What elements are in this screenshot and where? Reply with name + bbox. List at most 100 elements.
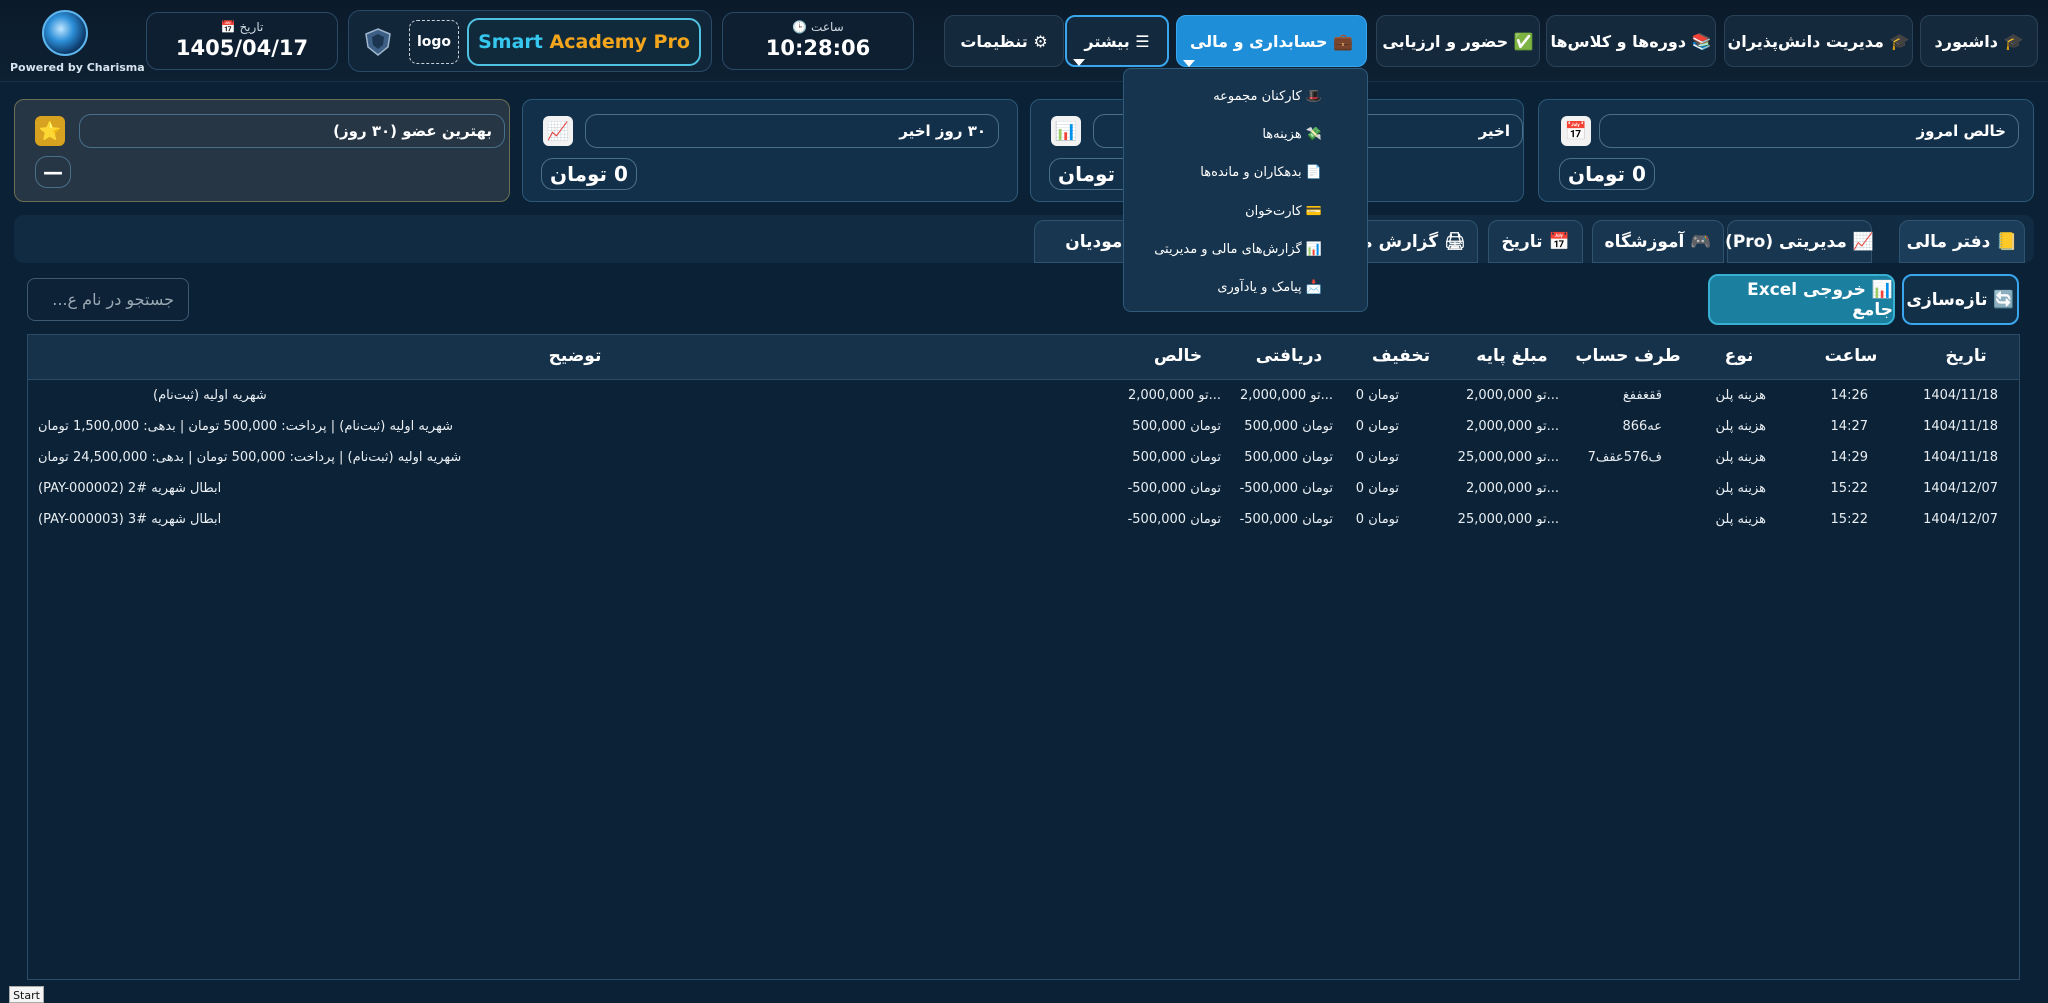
cell-party: ققغففغ xyxy=(1622,388,1662,403)
cell-time: 15:22 xyxy=(1830,512,1868,527)
cell-time: 14:29 xyxy=(1830,450,1868,465)
date-value: 1405/04/17 xyxy=(175,36,309,60)
cell-description: شهریه اولیه (ثبت‌نام) xyxy=(153,388,267,403)
app-name-part1: Smart xyxy=(478,31,543,53)
settings-button[interactable]: ⚙ تنظیمات xyxy=(944,15,1064,67)
cell-date: 1404/11/18 xyxy=(1923,419,1998,434)
menu-item-debtors[interactable]: 📄 بدهکاران و مانده‌ها xyxy=(1200,160,1322,184)
cell-received: -500,000 تومان xyxy=(1239,481,1333,496)
cell-base-amount: 25,000,000 تو... xyxy=(1457,512,1559,527)
table-row[interactable]: 1404/11/18 14:29 هزینه پلن ف576عقف7 25,0… xyxy=(28,443,2019,474)
cell-description: ابطال شهریه #3 (PAY-000003) xyxy=(38,512,222,527)
cell-discount: 0 تومان xyxy=(1355,419,1399,434)
cell-net: 2,000,000 تو... xyxy=(1127,388,1221,403)
cell-time: 15:22 xyxy=(1830,481,1868,496)
app-name: Smart Academy Pro xyxy=(467,18,701,66)
header-net[interactable]: خالص xyxy=(1154,346,1202,366)
menu-item-expenses[interactable]: 💸 هزینه‌ها xyxy=(1262,122,1322,146)
table-header: تاریخ ساعت نوع طرف حساب مبلغ پایه تخفیف … xyxy=(28,335,2019,380)
best-member-value: — xyxy=(35,156,71,188)
table-row[interactable]: 1404/12/07 15:22 هزینه پلن 2,000,000 تو.… xyxy=(28,474,2019,505)
table-row[interactable]: 1404/11/18 14:27 هزینه پلن عه866 2,000,0… xyxy=(28,412,2019,443)
cell-party: ف576عقف7 xyxy=(1587,450,1662,465)
caret-down-icon xyxy=(1073,59,1085,66)
search-input[interactable] xyxy=(27,278,189,321)
cell-net: 500,000 تومان xyxy=(1132,450,1221,465)
students-menu-button[interactable]: 🎓 مدیریت دانش‌پذیران xyxy=(1724,15,1913,67)
cell-base-amount: 2,000,000 تو... xyxy=(1465,419,1559,434)
cell-time: 14:26 xyxy=(1830,388,1868,403)
start-button[interactable]: Start xyxy=(9,986,44,1003)
header-date[interactable]: تاریخ xyxy=(1945,346,1986,366)
bar-chart-icon: 📊 xyxy=(1051,116,1081,146)
tab-school[interactable]: 🎮 آموزشگاه xyxy=(1592,220,1724,263)
cell-discount: 0 تومان xyxy=(1355,481,1399,496)
refresh-button[interactable]: 🔄 تازه‌سازی xyxy=(1902,274,2019,325)
today-net-card: 📅 خالص امروز 0 تومان xyxy=(1538,99,2034,202)
cell-type: هزینه پلن xyxy=(1715,512,1767,527)
cell-base-amount: 25,000,000 تو... xyxy=(1457,450,1559,465)
accounting-dropdown-menu: 🎩 کارکنان مجموعه 💸 هزینه‌ها 📄 بدهکاران و… xyxy=(1123,68,1368,312)
cell-received: 500,000 تومان xyxy=(1244,450,1333,465)
clock-value: 10:28:06 xyxy=(765,36,871,60)
calendar-icon: 📅 xyxy=(1561,116,1591,146)
more-menu-button[interactable]: ☰ بیشتر xyxy=(1065,15,1169,67)
courses-menu-button[interactable]: 📚 دوره‌ها و کلاس‌ها xyxy=(1546,15,1716,67)
cell-party: عه866 xyxy=(1622,419,1662,434)
excel-export-button[interactable]: 📊 خروجی Excel جامع xyxy=(1708,274,1895,325)
cell-type: هزینه پلن xyxy=(1715,388,1767,403)
date-widget: 📅 تاریخ 1405/04/17 xyxy=(146,12,338,70)
header-party[interactable]: طرف حساب xyxy=(1575,346,1680,366)
cell-time: 14:27 xyxy=(1830,419,1868,434)
header-description[interactable]: توضیح xyxy=(549,346,602,366)
cell-base-amount: 2,000,000 تو... xyxy=(1465,388,1559,403)
menu-item-staff[interactable]: 🎩 کارکنان مجموعه xyxy=(1213,84,1322,108)
accounting-label: 💼 حسابداری و مالی xyxy=(1189,31,1354,51)
menu-item-card-reader[interactable]: 💳 کارت‌خوان xyxy=(1245,199,1322,223)
dashboard-menu-button[interactable]: 🎓 داشبورد xyxy=(1920,15,2038,67)
logo-placeholder[interactable]: logo xyxy=(409,20,459,64)
attendance-menu-button[interactable]: ✅ حضور و ارزیابی xyxy=(1376,15,1540,67)
cell-date: 1404/11/18 xyxy=(1923,388,1998,403)
today-net-amount: 0 تومان xyxy=(1559,158,1655,190)
clock-label: 🕒 ساعت xyxy=(792,20,844,34)
cell-description: شهریه اولیه (ثبت‌نام) | پرداخت: 500,000 … xyxy=(38,419,453,434)
menu-item-financial-reports[interactable]: 📊 گزارش‌های مالی و مدیریتی xyxy=(1154,237,1322,261)
cell-date: 1404/12/07 xyxy=(1923,481,1998,496)
charisma-logo-icon xyxy=(42,10,88,56)
table-row[interactable]: 1404/11/18 14:26 هزینه پلن ققغففغ 2,000,… xyxy=(28,381,2019,412)
cell-net: -500,000 تومان xyxy=(1127,512,1221,527)
tab-pro-management[interactable]: 📈 مدیریتی (Pro) xyxy=(1725,220,1874,263)
cell-discount: 0 تومان xyxy=(1355,512,1399,527)
tab-ledger[interactable]: 📒 دفتر مالی xyxy=(1899,220,2025,263)
clock-widget: 🕒 ساعت 10:28:06 xyxy=(722,12,914,70)
powered-by-text: Powered by Charisma xyxy=(10,61,145,74)
star-icon: ⭐ xyxy=(35,116,65,146)
accounting-menu-button[interactable]: 💼 حسابداری و مالی xyxy=(1176,15,1367,67)
cell-received: -500,000 تومان xyxy=(1239,512,1333,527)
today-net-label: خالص امروز xyxy=(1599,114,2019,148)
header-received[interactable]: دریافتی xyxy=(1256,346,1323,366)
header-type[interactable]: نوع xyxy=(1725,346,1754,366)
tab-history[interactable]: 📅 تاریخ xyxy=(1488,220,1583,263)
header-time[interactable]: ساعت xyxy=(1825,346,1878,366)
cell-type: هزینه پلن xyxy=(1715,450,1767,465)
date-label: 📅 تاریخ xyxy=(220,20,264,34)
more-label: ☰ بیشتر xyxy=(1084,31,1150,51)
ledger-table: تاریخ ساعت نوع طرف حساب مبلغ پایه تخفیف … xyxy=(27,334,2020,980)
app-brand-panel: logo Smart Academy Pro xyxy=(348,10,712,72)
cell-received: 500,000 تومان xyxy=(1244,419,1333,434)
cell-base-amount: 2,000,000 تو... xyxy=(1465,481,1559,496)
cell-discount: 0 تومان xyxy=(1355,450,1399,465)
brand-logo: Powered by Charisma xyxy=(10,8,145,76)
cell-discount: 0 تومان xyxy=(1355,388,1399,403)
cell-type: هزینه پلن xyxy=(1715,481,1767,496)
menu-item-sms-reminders[interactable]: 📩 پیامک و یادآوری xyxy=(1217,275,1322,299)
last-30-days-amount: 0 تومان xyxy=(541,158,637,190)
cell-date: 1404/12/07 xyxy=(1923,512,1998,527)
app-name-part2: Academy Pro xyxy=(549,31,690,53)
header-discount[interactable]: تخفیف xyxy=(1372,346,1430,366)
header-base-amount[interactable]: مبلغ پایه xyxy=(1476,346,1547,366)
cell-description: ابطال شهریه #2 (PAY-000002) xyxy=(38,481,222,496)
table-row[interactable]: 1404/12/07 15:22 هزینه پلن 25,000,000 تو… xyxy=(28,505,2019,536)
